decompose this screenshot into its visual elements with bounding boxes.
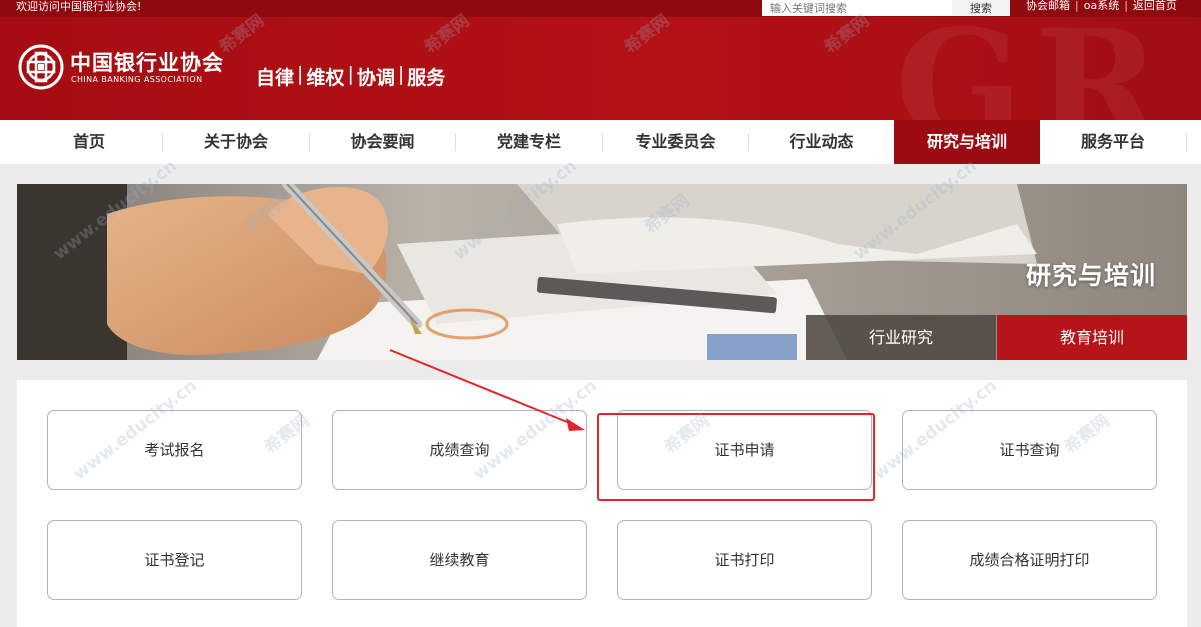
certificate-print-button[interactable]: 证书打印 bbox=[617, 520, 872, 600]
logo-chinese-name[interactable]: 中国银行业协会 bbox=[70, 47, 224, 77]
slogan-separator: | bbox=[397, 63, 405, 85]
top-bar: 欢迎访问中国银行业协会! 搜索 协会邮箱 | oa系统 | 返回首页 bbox=[0, 0, 1201, 17]
slogan-word: 维权 bbox=[306, 67, 345, 89]
nav-item-home[interactable]: 首页 bbox=[16, 120, 162, 164]
banner: 研究与培训 行业研究 教育培训 bbox=[17, 184, 1187, 360]
slogan: 自律 | 维权 | 协调 | 服务 bbox=[256, 63, 445, 90]
welcome-text: 欢迎访问中国银行业协会! bbox=[16, 0, 142, 13]
exam-registration-button[interactable]: 考试报名 bbox=[47, 410, 302, 490]
top-links: 协会邮箱 | oa系统 | 返回首页 bbox=[1026, 0, 1177, 12]
search-input[interactable] bbox=[762, 0, 952, 16]
tab-industry-research[interactable]: 行业研究 bbox=[806, 315, 996, 360]
continuing-education-button[interactable]: 继续教育 bbox=[332, 520, 587, 600]
nav-divider bbox=[1186, 133, 1187, 151]
page: 欢迎访问中国银行业协会! 搜索 协会邮箱 | oa系统 | 返回首页 G R 中… bbox=[0, 0, 1201, 627]
nav-item-about[interactable]: 关于协会 bbox=[163, 120, 309, 164]
nav-item-research-training[interactable]: 研究与培训 bbox=[894, 120, 1040, 164]
link-back-home[interactable]: 返回首页 bbox=[1133, 0, 1177, 12]
nav-item-service-platform[interactable]: 服务平台 bbox=[1040, 120, 1186, 164]
certificate-query-button[interactable]: 证书查询 bbox=[902, 410, 1157, 490]
link-association-email[interactable]: 协会邮箱 bbox=[1026, 0, 1070, 12]
score-query-button[interactable]: 成绩查询 bbox=[332, 410, 587, 490]
site-header: G R 中国银行业协会 CHINA BANKING ASSOCIATION 自律… bbox=[0, 17, 1201, 120]
background-glyph: R bbox=[1035, 17, 1160, 120]
nav-item-news[interactable]: 协会要闻 bbox=[310, 120, 455, 164]
slogan-separator: | bbox=[297, 63, 304, 85]
tab-education-training[interactable]: 教育培训 bbox=[997, 315, 1187, 360]
background-glyph: G bbox=[895, 17, 1024, 120]
nav-item-party-building[interactable]: 党建专栏 bbox=[456, 120, 602, 164]
nav-item-industry-trends[interactable]: 行业动态 bbox=[749, 120, 894, 164]
banner-title: 研究与培训 bbox=[1025, 261, 1156, 290]
highlight-box bbox=[597, 413, 875, 501]
search-button[interactable]: 搜索 bbox=[952, 0, 1010, 16]
nav-item-committees[interactable]: 专业委员会 bbox=[603, 120, 748, 164]
slogan-word: 协调 bbox=[356, 67, 395, 89]
main-nav: 首页 关于协会 协会要闻 党建专栏 专业委员会 行业动态 研究与培训 服务平台 bbox=[0, 120, 1201, 164]
link-oa-system[interactable]: oa系统 bbox=[1084, 0, 1119, 12]
top-link-separator: | bbox=[1124, 0, 1128, 12]
slogan-word: 服务 bbox=[407, 67, 446, 89]
certificate-registration-button[interactable]: 证书登记 bbox=[47, 520, 302, 600]
top-link-separator: | bbox=[1075, 0, 1079, 12]
slogan-separator: | bbox=[347, 63, 354, 85]
score-certificate-print-button[interactable]: 成绩合格证明打印 bbox=[902, 520, 1157, 600]
slogan-word: 自律 bbox=[256, 67, 295, 89]
logo-english-name: CHINA BANKING ASSOCIATION bbox=[71, 75, 203, 84]
association-logo-icon[interactable] bbox=[17, 43, 65, 91]
